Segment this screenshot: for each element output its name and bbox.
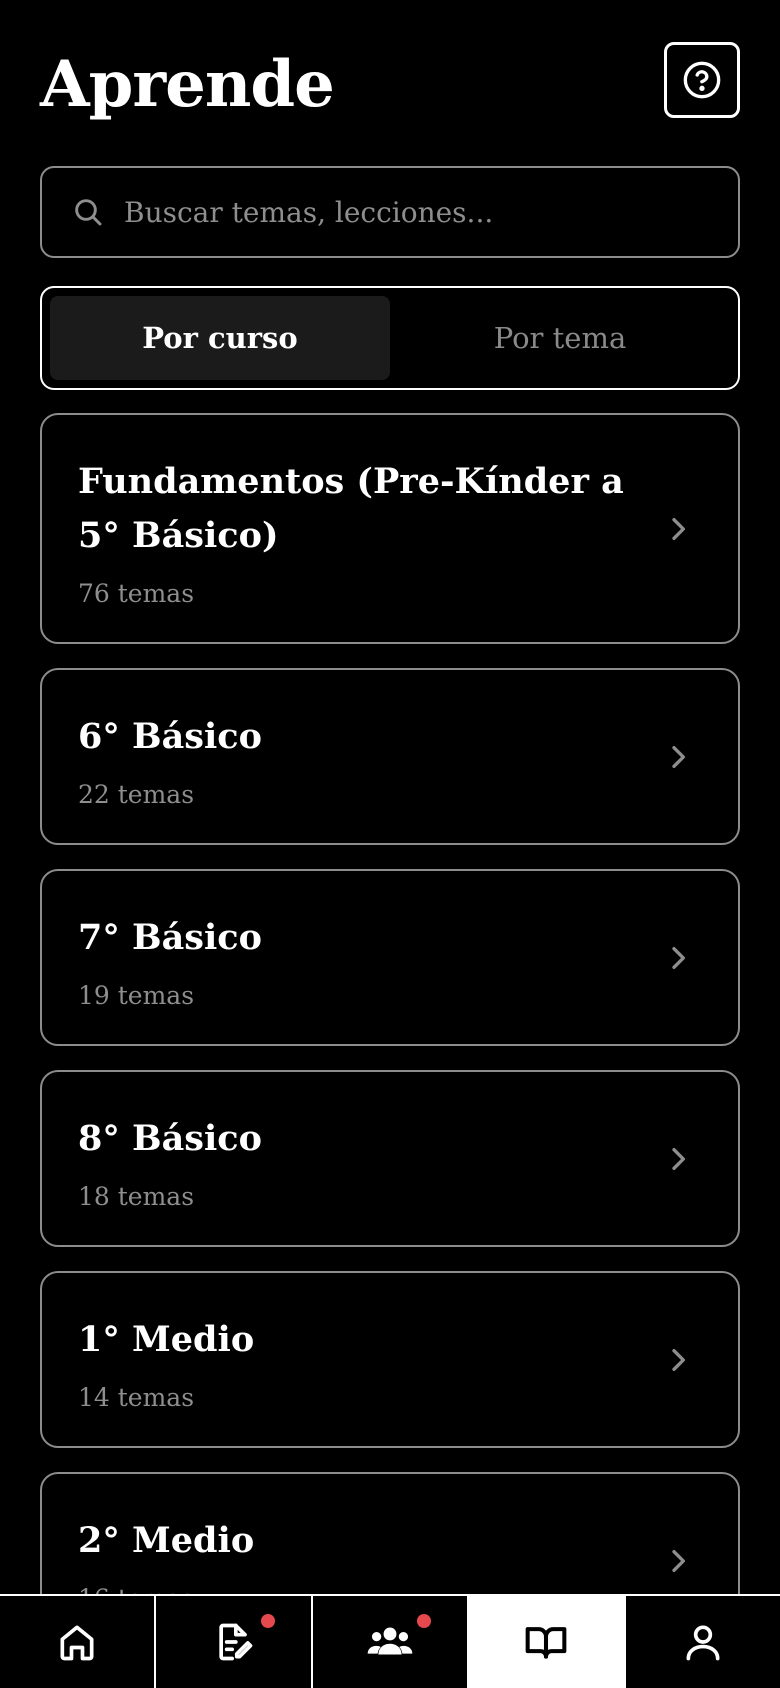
course-card-8-basico[interactable]: 8° Básico 18 temas — [40, 1070, 740, 1247]
course-topic-count: 19 temas — [78, 981, 195, 1010]
nav-home[interactable] — [0, 1596, 157, 1688]
course-title: 6° Básico — [78, 716, 262, 757]
course-list: Fundamentos (Pre-Kínder a 5° Básico) 76 … — [40, 413, 740, 1673]
chevron-right-icon — [672, 517, 685, 540]
edit-document-icon — [218, 1623, 252, 1661]
nav-exercises[interactable] — [156, 1596, 313, 1688]
tab-por-tema[interactable]: Por tema — [390, 296, 730, 380]
notification-dot — [416, 1614, 431, 1628]
course-topic-count: 22 temas — [78, 780, 195, 809]
nav-learn[interactable] — [469, 1596, 626, 1688]
course-title: 1° Medio — [78, 1319, 255, 1360]
course-topic-count: 76 temas — [78, 579, 195, 608]
course-card-1-medio[interactable]: 1° Medio 14 temas — [40, 1271, 740, 1448]
course-title: Fundamentos (Pre-Kínder a 5° Básico) — [78, 461, 624, 556]
header: Aprende — [40, 42, 740, 122]
course-title: 8° Básico — [78, 1118, 262, 1159]
search-bar[interactable] — [40, 166, 740, 258]
notification-dot — [261, 1614, 276, 1628]
course-topic-count: 14 temas — [78, 1383, 195, 1412]
search-input[interactable] — [124, 195, 738, 229]
home-icon — [60, 1625, 94, 1661]
people-icon — [367, 1627, 413, 1655]
course-card-fundamentos[interactable]: Fundamentos (Pre-Kínder a 5° Básico) 76 … — [40, 413, 740, 644]
help-button[interactable] — [664, 42, 740, 118]
chevron-right-icon — [672, 946, 685, 969]
course-card-6-basico[interactable]: 6° Básico 22 temas — [40, 668, 740, 845]
chevron-right-icon — [672, 1348, 685, 1371]
course-title: 7° Básico — [78, 917, 262, 958]
bottom-nav — [0, 1594, 780, 1688]
user-icon — [686, 1625, 720, 1661]
chevron-right-icon — [672, 1147, 685, 1170]
course-title: 2° Medio — [78, 1520, 255, 1561]
tab-por-curso[interactable]: Por curso — [50, 296, 390, 380]
chevron-right-icon — [672, 1549, 685, 1572]
nav-profile[interactable] — [626, 1596, 780, 1688]
help-circle-icon — [683, 61, 721, 99]
book-open-icon — [526, 1627, 567, 1659]
chevron-right-icon — [672, 745, 685, 768]
view-toggle: Por curso Por tema — [40, 286, 740, 390]
learn-screen: Aprende Por curso Por tema Fundamentos (… — [0, 0, 780, 1688]
course-topic-count: 18 temas — [78, 1182, 195, 1211]
nav-community[interactable] — [313, 1596, 470, 1688]
page-title: Aprende — [40, 47, 335, 122]
course-card-7-basico[interactable]: 7° Básico 19 temas — [40, 869, 740, 1046]
search-icon — [75, 199, 102, 226]
